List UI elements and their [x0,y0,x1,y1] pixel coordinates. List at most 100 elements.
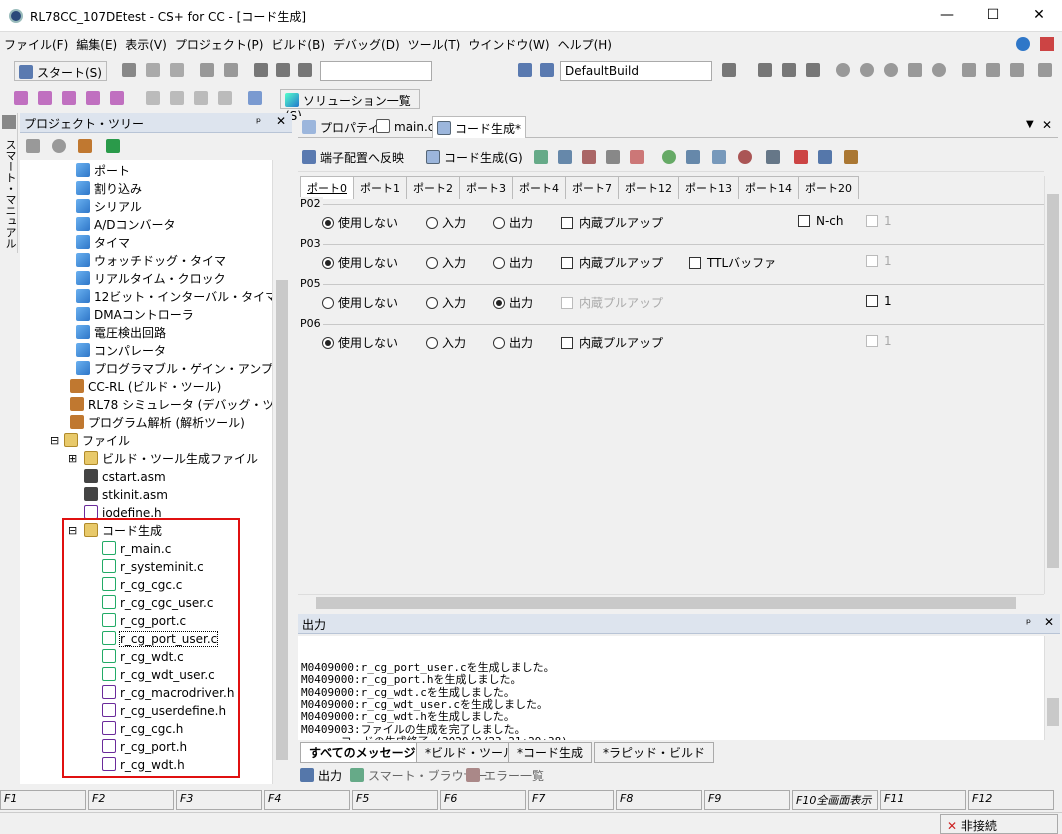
tree-item[interactable]: ポート [76,162,130,180]
port-tab[interactable]: ポート4 [512,176,566,199]
menu-build[interactable]: ビルド(B) [267,33,329,53]
radio-input[interactable]: 入力 [426,294,466,311]
step-out-icon[interactable] [1010,63,1024,77]
port-tab[interactable]: ポート2 [406,176,460,199]
tool-icon-10[interactable] [766,150,780,164]
extra-option-checkbox[interactable]: TTLバッファ [689,254,776,271]
output-value-checkbox[interactable]: 1 [866,254,892,268]
pullup-checkbox[interactable]: 内蔵プルアップ [561,214,663,231]
step-over-icon[interactable] [986,63,1000,77]
menu-file[interactable]: ファイル(F) [0,33,72,53]
find-icon[interactable] [254,63,268,77]
cut-icon[interactable] [122,63,136,77]
tree-item[interactable]: 電圧検出回路 [76,324,166,342]
output-close-icon[interactable]: ✕ [1044,615,1054,629]
tool-icon-8[interactable] [712,150,726,164]
debug-icon[interactable] [782,63,796,77]
collapse-icon[interactable]: ⊟ [50,432,59,450]
menu-project[interactable]: プロジェクト(P) [171,33,268,53]
tree-item[interactable]: ビルド・ツール生成ファイル [84,450,258,468]
start-button[interactable]: スタート(S) [14,61,107,81]
tool-icon-5[interactable] [630,150,644,164]
radio-output[interactable]: 出力 [493,334,533,351]
build-icon[interactable] [518,63,532,77]
tree-item[interactable]: RL78 シミュレータ (デバッグ・ツール) [70,396,272,414]
tree-item[interactable]: プログラム解析 (解析ツール) [70,414,245,432]
menu-window[interactable]: ウインドウ(W) [464,33,553,53]
reflect-pin-button[interactable]: 端子配置へ反映 [302,149,404,166]
output-value-checkbox[interactable]: 1 [866,334,892,348]
tool-icon-4[interactable] [606,150,620,164]
tool-icon-2[interactable] [558,150,572,164]
function-key[interactable]: F1 [0,790,86,810]
radio-input[interactable]: 入力 [426,254,466,271]
redo-icon[interactable] [224,63,238,77]
radio-output[interactable]: 出力 [493,214,533,231]
tool-icon-6[interactable] [662,150,676,164]
run-icon[interactable] [860,63,874,77]
tree-item[interactable]: 12ビット・インターバル・タイマ [76,288,272,306]
find-next-icon[interactable] [276,63,290,77]
doc-close-icon[interactable]: ✕ [1042,118,1052,132]
tree-item[interactable]: シリアル [76,198,142,216]
bottom-tab-error-list[interactable]: エラー一覧 [466,767,544,784]
help-icon[interactable] [1016,37,1030,51]
pin-check-icon[interactable] [110,91,124,105]
undo-icon[interactable] [200,63,214,77]
solution-list-button[interactable]: ソリューション一覧(S) [280,89,420,123]
generate-code-button[interactable]: コード生成(G) [426,149,523,166]
bookmark-next-icon[interactable] [218,91,232,105]
function-key[interactable]: F2 [88,790,174,810]
tool-icon-11[interactable] [794,150,808,164]
function-key[interactable]: F4 [264,790,350,810]
tree-item[interactable]: プログラマブル・ゲイン・アンプ [76,360,272,378]
bottom-tab-output[interactable]: 出力 [300,767,342,784]
codegen-vscroll-thumb[interactable] [1047,194,1059,568]
function-key[interactable]: F10全画面表示 [792,790,878,810]
radio-input[interactable]: 入力 [426,214,466,231]
radio-unused[interactable]: 使用しない [322,334,398,351]
tree-item[interactable]: cstart.asm [84,468,166,486]
pullup-checkbox[interactable]: 内蔵プルアップ [561,294,663,311]
doc-tab-codegen[interactable]: コード生成* [432,116,527,138]
close-doc-icon[interactable] [1040,37,1054,51]
port-tab[interactable]: ポート13 [678,176,739,199]
radio-unused[interactable]: 使用しない [322,294,398,311]
pin-list-icon[interactable] [86,91,100,105]
function-key[interactable]: F6 [440,790,526,810]
step-in-icon[interactable] [962,63,976,77]
tree-item[interactable]: タイマ [76,234,130,252]
paste-icon[interactable] [170,63,184,77]
panel-close-icon[interactable]: ✕ [276,114,286,128]
codegen-hscrollbar[interactable] [298,594,1044,610]
function-key[interactable]: F9 [704,790,790,810]
download-icon[interactable] [758,63,772,77]
doc-tab-main-c[interactable]: main.c [376,119,434,134]
rewind-icon[interactable] [932,63,946,77]
tool-icon-12[interactable] [818,150,832,164]
pullup-checkbox[interactable]: 内蔵プルアップ [561,254,663,271]
radio-output[interactable]: 出力 [493,294,533,311]
tree-scroll-thumb[interactable] [276,280,288,760]
doc-tab-properties[interactable]: プロパティ [302,119,379,136]
tree-item[interactable]: A/Dコンバータ [76,216,176,234]
port-tab[interactable]: ポート14 [738,176,799,199]
tree-item[interactable]: ファイル [64,432,130,450]
tree-item[interactable]: コンパレータ [76,342,166,360]
codegen-hscroll-thumb[interactable] [316,597,1016,609]
tree-scrollbar[interactable] [272,160,290,784]
smart-manual-tab[interactable]: スマート・マニュアル [2,139,17,249]
expand-icon[interactable]: ⊞ [68,450,77,468]
tree-item[interactable]: DMAコントローラ [76,306,194,324]
comment-icon[interactable] [170,91,184,105]
doc-tabs-dropdown-icon[interactable]: ▼ [1026,119,1034,130]
output-scrollbar[interactable] [1044,636,1060,740]
radio-output[interactable]: 出力 [493,254,533,271]
user-icon[interactable] [78,139,92,153]
pin-icon[interactable]: ᵖ [256,115,261,129]
reset-icon[interactable] [908,63,922,77]
pin-map-icon[interactable] [62,91,76,105]
tree-item[interactable]: CC-RL (ビルド・ツール) [70,378,221,396]
tool-icon-3[interactable] [582,150,596,164]
output-tab[interactable]: すべてのメッセージ [300,742,425,763]
